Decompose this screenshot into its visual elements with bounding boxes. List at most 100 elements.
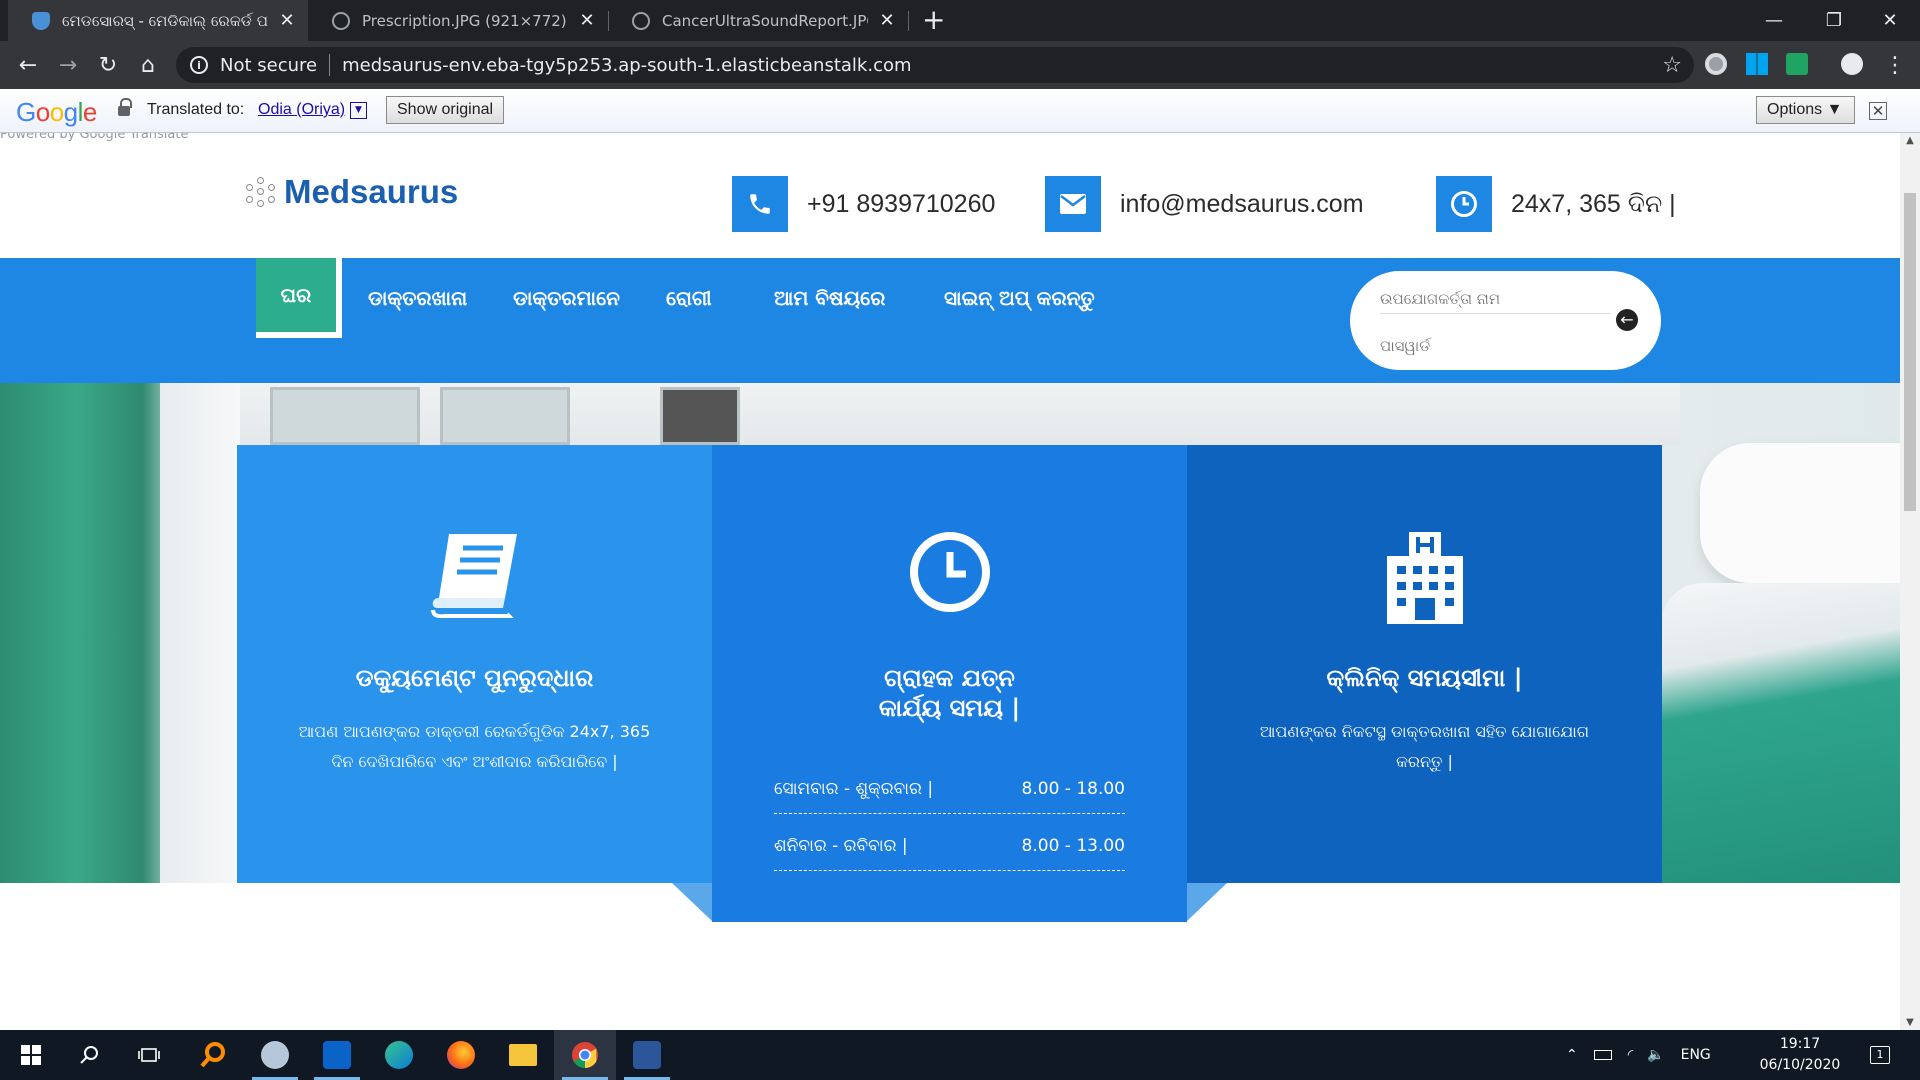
molecule-logo-icon (246, 177, 276, 207)
start-windows-icon[interactable] (0, 1030, 62, 1080)
snipping-tool-icon[interactable] (244, 1030, 306, 1080)
bookmark-star-icon[interactable]: ☆ (1662, 53, 1682, 78)
word-icon[interactable] (616, 1030, 678, 1080)
feature-title: ଡକ୍ୟୁମେଣ୍ଟ ପୁନରୁଦ୍ଧାର (355, 664, 594, 692)
shield-favicon-icon (32, 11, 50, 30)
feature-title-line2: କାର୍ଯ୍ୟ ସମୟ | (878, 694, 1021, 722)
sheets-extension-icon[interactable] (1786, 53, 1808, 75)
notification-center[interactable]: 1 (1870, 1030, 1890, 1080)
options-button[interactable]: Options ▼ (1756, 96, 1855, 124)
system-tray: ⌃ ◜ 🔈 ENG (1566, 1030, 1711, 1080)
hours-days: ଶନିବାର - ରବିବାର | (774, 836, 908, 856)
hero-pillow (1700, 443, 1920, 583)
feature-title-line1: ଗ୍ରାହକ ଯତ୍ନ (884, 664, 1015, 692)
hours-time: 8.00 - 13.00 (1021, 836, 1125, 856)
outlook-icon[interactable] (306, 1030, 368, 1080)
battery-icon[interactable] (1593, 1050, 1612, 1060)
hero-nurse (160, 383, 240, 883)
reload-icon[interactable]: ↻ (88, 41, 128, 89)
tab-title: CancerUltraSoundReport.JPG (11 (662, 11, 868, 30)
language-link[interactable]: Odia (Oriya) (258, 101, 345, 119)
tab-title: ମେଡସୋରସ୍ - ମେଡିକାଲ୍ ରେକର୍ଡ ପାଇଁ (62, 11, 268, 30)
username-input[interactable] (1380, 284, 1610, 314)
profile-avatar-icon[interactable] (1841, 53, 1863, 75)
contact-email: info@medsaurus.com (1045, 176, 1364, 232)
windows-extension-icon[interactable] (1746, 53, 1768, 75)
hours-time: 8.00 - 18.00 (1021, 779, 1125, 799)
nav-doctors[interactable]: ଡାକ୍ତରମାନେ (513, 258, 620, 338)
nav-home[interactable]: ଘର (256, 258, 342, 338)
clock-time: 19:17 (1779, 1036, 1821, 1052)
task-view-icon[interactable] (118, 1030, 180, 1080)
forward-arrow-icon[interactable]: → (48, 41, 88, 89)
nav-sign-up[interactable]: ସାଇନ୍ ଅପ୍ କରନ୍ତୁ (944, 258, 1095, 338)
search-icon[interactable] (58, 1030, 120, 1080)
tab-prescription[interactable]: Prescription.JPG (921×772) ✕ (308, 0, 608, 41)
nav-hospitals[interactable]: ଡାକ୍ତରଖାନା (368, 258, 467, 338)
input-language[interactable]: ENG (1681, 1047, 1711, 1063)
password-input[interactable] (1380, 331, 1610, 361)
box-notch-right (1187, 883, 1227, 921)
edge-icon[interactable] (368, 1030, 430, 1080)
close-tab-icon[interactable]: ✕ (278, 10, 296, 31)
medsaurus-logo[interactable]: Medsaurus (246, 173, 458, 211)
browser-tab-strip: ମେଡସୋରସ୍ - ମେଡିକାଲ୍ ରେକର୍ଡ ପାଇଁ ✕ Prescr… (0, 0, 1920, 41)
chrome-icon[interactable] (554, 1030, 616, 1080)
book-icon (237, 530, 712, 630)
taskbar-clock[interactable]: 19:17 06/10/2020 (1750, 1034, 1850, 1076)
nav-patients[interactable]: ରୋଗୀ (666, 258, 712, 338)
email-address[interactable]: info@medsaurus.com (1120, 190, 1364, 219)
magnifier-app-icon[interactable] (182, 1030, 244, 1080)
envelope-icon (1045, 176, 1101, 232)
close-tab-icon[interactable]: ✕ (878, 10, 896, 31)
close-translate-bar-icon[interactable]: ✕ (1869, 102, 1887, 120)
minimize-icon[interactable]: — (1744, 0, 1804, 41)
feature-document-recovery: ଡକ୍ୟୁମେଣ୍ଟ ପୁନରୁଦ୍ଧାର ଆପଣ ଆପଣଙ୍କର ଡାକ୍ତର… (237, 445, 712, 883)
wifi-icon[interactable]: ◜ (1628, 1047, 1633, 1063)
phone-icon (732, 176, 788, 232)
feature-title: କ୍ଲିନିକ୍ ସମୟସୀମା | (1326, 664, 1523, 692)
tab-cancer-report[interactable]: CancerUltraSoundReport.JPG (11 ✕ (608, 0, 908, 41)
hours-days: ସୋମବାର - ଶୁକ୍ରବାର | (774, 779, 934, 799)
close-window-icon[interactable]: ✕ (1860, 0, 1920, 41)
nav-about-us[interactable]: ଆମ ବିଷୟରେ (774, 258, 885, 338)
tab-medsaurus[interactable]: ମେଡସୋରସ୍ - ମେଡିକାଲ୍ ରେକର୍ଡ ପାଇଁ ✕ (8, 0, 308, 41)
volume-icon[interactable]: 🔈 (1647, 1047, 1664, 1063)
phone-number[interactable]: +91 8939710260 (807, 190, 995, 219)
tab-divider (908, 11, 909, 31)
scroll-down-arrow-icon[interactable]: ▼ (1900, 1017, 1920, 1028)
feature-title: ଗ୍ରାହକ ଯତ୍ନ କାର୍ଯ୍ୟ ସମୟ | (732, 663, 1167, 723)
language-dropdown-icon[interactable]: ▼ (350, 102, 367, 119)
home-icon[interactable]: ⌂ (128, 41, 168, 89)
feature-customer-care-hours: ଗ୍ରାହକ ଯତ୍ନ କାର୍ଯ୍ୟ ସମୟ | ସୋମବାର - ଶୁକ୍ର… (712, 445, 1187, 922)
show-original-button[interactable]: Show original (386, 96, 505, 124)
tray-chevron-up-icon[interactable]: ⌃ (1566, 1047, 1578, 1063)
globe-favicon-icon (632, 11, 650, 30)
back-arrow-icon[interactable]: ← (8, 41, 48, 89)
page-scrollbar[interactable]: ▲ ▼ (1900, 133, 1920, 1030)
new-tab-plus-icon[interactable]: + (922, 6, 945, 34)
hero-bed (1662, 583, 1920, 883)
hero-cabinet (440, 387, 570, 445)
firefox-icon[interactable] (430, 1030, 492, 1080)
clock-date: 06/10/2020 (1759, 1057, 1841, 1073)
login-form: ← (1350, 271, 1661, 370)
address-bar[interactable]: i Not secure medsaurus-env.eba-tgy5p253.… (176, 47, 1694, 83)
box-notch-left (672, 883, 712, 921)
login-arrow-icon[interactable]: ← (1616, 309, 1638, 331)
record-extension-icon[interactable] (1705, 53, 1727, 75)
close-tab-icon[interactable]: ✕ (578, 10, 596, 31)
windows-taskbar: ⌃ ◜ 🔈 ENG 19:17 06/10/2020 1 (0, 1030, 1920, 1080)
scrollbar-thumb[interactable] (1904, 193, 1916, 511)
file-explorer-icon[interactable] (492, 1030, 554, 1080)
powered-by-translate: Powered by Google Translate (0, 133, 189, 142)
info-icon[interactable]: i (190, 56, 208, 74)
feature-clinic-timings: କ୍ଲିନିକ୍ ସମୟସୀମା | ଆପଣଙ୍କର ନିକଟସ୍ଥ ଡାକ୍ତ… (1187, 445, 1662, 883)
scroll-up-arrow-icon[interactable]: ▲ (1900, 135, 1920, 146)
notification-icon[interactable]: 1 (1870, 1046, 1890, 1064)
restore-icon[interactable]: ❐ (1804, 0, 1864, 41)
clock-icon (1436, 176, 1492, 232)
url-text[interactable]: medsaurus-env.eba-tgy5p253.ap-south-1.el… (342, 55, 911, 76)
hero-cabinet (660, 387, 740, 445)
menu-dots-icon[interactable]: ⋮ (1875, 41, 1915, 89)
